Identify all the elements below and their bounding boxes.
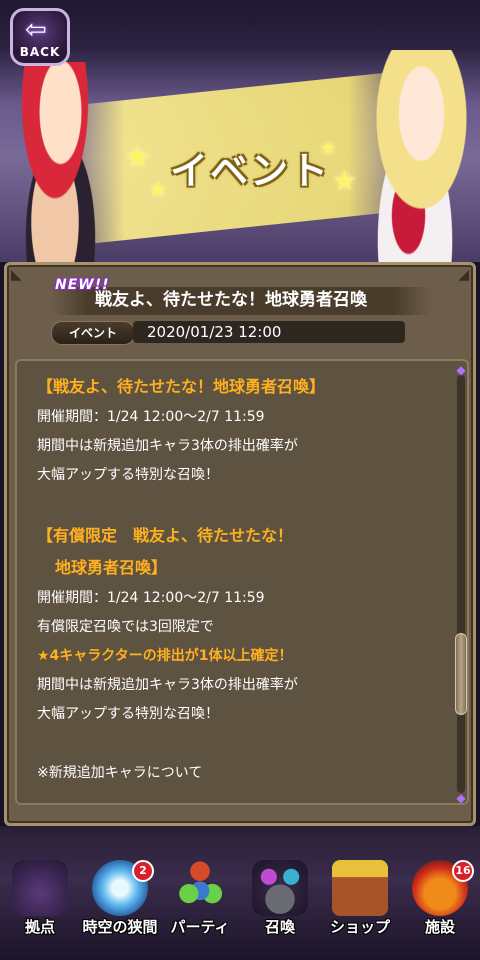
bottom-nav: 拠点 2 時空の狭間 パーティ 召喚 ショップ 16 施設 [0,846,480,960]
highlight-line: ★4キャラクターの排出が1体以上確定！ [37,648,293,664]
nav-label: 召喚 [264,918,295,936]
nav-item-base[interactable]: 拠点 [0,846,80,960]
nav-item-rift[interactable]: 2 時空の狭間 [80,846,160,960]
event-banner: ★ ★ ★ ★ イベント [0,0,480,262]
text-line: 大幅アップする特別な召喚！ [37,706,219,722]
scroll-up-icon[interactable]: ◆ [453,363,467,377]
scrollbar-thumb[interactable] [455,633,467,715]
news-body: 【戦友よ、待たせたな！地球勇者召喚】 開催期間：1/24 12:00〜2/7 1… [37,371,437,788]
section-heading: 【有償限定 戦友よ、待たせたな！ [37,526,294,545]
corner-ornament-icon: ◣ [11,267,22,283]
text-line: 開催期間：1/24 12:00〜2/7 11:59 [37,409,265,425]
back-label: BACK [19,45,61,59]
text-line: 有償限定召喚では3回限定で [37,619,214,635]
scroll-down-icon[interactable]: ◆ [453,791,467,803]
news-panel: ◣ ◢ NEW!! 戦友よ、待たせたな！地球勇者召喚 イベント 2020/01/… [4,262,476,826]
summon-icon [252,860,308,916]
text-line: 期間中は新規追加キャラ3体の排出確率が [37,677,298,693]
banner-title: イベント [169,149,330,193]
nav-label: 拠点 [24,918,55,936]
nav-item-facility[interactable]: 16 施設 [400,846,480,960]
nav-label: パーティ [170,918,230,936]
back-button[interactable]: ⇦ BACK [10,8,70,66]
text-line: 期間中は新規追加キャラ3体の排出確率が [37,438,298,454]
text-line: 開催期間：1/24 12:00〜2/7 11:59 [37,590,265,606]
section-heading: 地球勇者召喚】 [55,558,168,577]
scrollbar-track[interactable] [457,375,465,793]
news-title: 戦友よ、待たせたな！地球勇者召喚 [95,290,367,310]
nav-item-summon[interactable]: 召喚 [240,846,320,960]
news-content[interactable]: 【戦友よ、待たせたな！地球勇者召喚】 開催期間：1/24 12:00〜2/7 1… [15,359,469,805]
corner-ornament-icon: ◢ [458,267,469,283]
text-line: ※新規追加キャラについて [37,765,203,781]
character-illustration-left [0,62,110,262]
news-date: 2020/01/23 12:00 [133,321,405,343]
nav-item-shop[interactable]: ショップ [320,846,400,960]
section-heading: 【戦友よ、待たせたな！地球勇者召喚】 [37,377,326,396]
character-illustration-right [350,50,480,262]
notification-badge: 16 [452,860,474,882]
nav-item-party[interactable]: パーティ [160,846,240,960]
party-icon [172,860,228,916]
shop-icon [332,860,388,916]
nav-label: ショップ [329,918,390,936]
category-tag: イベント [51,321,135,345]
castle-icon [12,860,68,916]
star-icon: ★ [124,140,151,175]
nav-label: 施設 [424,918,455,936]
notification-badge: 2 [132,860,154,882]
back-arrow-icon: ⇦ [25,15,47,45]
text-line: 大幅アップする特別な召喚！ [37,467,219,483]
nav-label: 時空の狭間 [82,918,158,936]
